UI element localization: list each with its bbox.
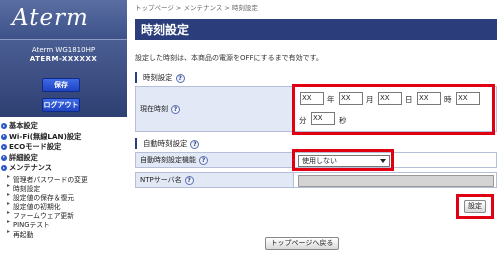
current-time-inputs: XX 年 XX 月 XX 日 XX 時 XX 分 XX 秒 bbox=[294, 87, 496, 131]
minute-unit: 分 bbox=[299, 116, 307, 125]
help-icon[interactable]: ? bbox=[190, 139, 200, 149]
menu-eco-mode[interactable]: ECOモード設定 bbox=[0, 142, 127, 153]
ntp-server-label: NTPサーバ名? bbox=[136, 173, 294, 187]
day-unit: 日 bbox=[405, 95, 413, 104]
second-unit: 秒 bbox=[339, 116, 347, 125]
second-input[interactable]: XX bbox=[311, 112, 335, 125]
aterm-logo: Aterm bbox=[12, 5, 89, 31]
section-title-text: 自動時刻設定 bbox=[143, 139, 188, 148]
section-title-time: 時刻設定? bbox=[135, 72, 185, 83]
chevron-down-icon bbox=[380, 159, 386, 163]
menu-maintenance[interactable]: メンテナンス bbox=[0, 163, 127, 174]
sidebar: Aterm Aterm WG1810HP ATERM-XXXXXX 保存 ログア… bbox=[0, 0, 127, 259]
device-panel: Aterm WG1810HP ATERM-XXXXXX 保存 ログアウト bbox=[0, 39, 127, 117]
section-title-auto-time: 自動時刻設定? bbox=[135, 138, 200, 149]
arrow-bullet-icon bbox=[1, 133, 7, 140]
submenu-backup-restore[interactable]: 設定値の保存＆復元 bbox=[0, 191, 127, 202]
breadcrumb: トップページ > メンテナンス > 時刻設定 bbox=[135, 4, 258, 12]
current-time-row: 現在時刻? XX 年 XX 月 XX 日 XX 時 XX 分 XX 秒 bbox=[135, 86, 497, 132]
arrow-bullet-icon bbox=[1, 144, 7, 150]
arrow-bullet-icon bbox=[1, 165, 7, 171]
help-icon[interactable]: ? bbox=[199, 155, 208, 165]
ntp-server-row: NTPサーバ名? bbox=[135, 172, 497, 188]
set-button[interactable]: 設定 bbox=[464, 200, 486, 213]
menu-advanced-settings[interactable]: 詳細設定 bbox=[0, 153, 127, 164]
minute-input[interactable]: XX bbox=[456, 92, 480, 105]
help-icon[interactable]: ? bbox=[171, 104, 180, 114]
page-description: 設定した時刻は、本商品の電源をOFFにするまで有効です。 bbox=[135, 54, 323, 62]
submenu-reboot[interactable]: 再起動 bbox=[0, 228, 127, 239]
label-text: NTPサーバ名 bbox=[140, 176, 182, 184]
select-value: 使用しない bbox=[302, 157, 337, 165]
month-input[interactable]: XX bbox=[339, 92, 363, 105]
device-model: Aterm WG1810HP bbox=[31, 46, 96, 54]
auto-time-value: 使用しない bbox=[294, 153, 496, 167]
page-title-bar: 時刻設定 bbox=[135, 19, 497, 40]
help-icon[interactable]: ? bbox=[184, 175, 194, 185]
day-input[interactable]: XX bbox=[378, 92, 402, 105]
year-input[interactable]: XX bbox=[300, 92, 324, 105]
auto-time-select[interactable]: 使用しない bbox=[298, 155, 390, 167]
menu-label: Wi-Fi(無線LAN)設定 bbox=[9, 131, 82, 141]
submenu-time-settings[interactable]: 時刻設定 bbox=[0, 182, 127, 193]
submenu-firmware-update[interactable]: ファームウェア更新 bbox=[0, 209, 127, 220]
section-title-text: 時刻設定 bbox=[143, 73, 173, 82]
auto-time-label: 自動時刻設定機能? bbox=[136, 153, 294, 167]
logout-button[interactable]: ログアウト bbox=[42, 98, 80, 112]
device-id: ATERM-XXXXXX bbox=[29, 55, 98, 63]
submenu-ping-test[interactable]: PINGテスト bbox=[0, 218, 127, 229]
ntp-server-value bbox=[294, 173, 496, 187]
month-unit: 月 bbox=[366, 95, 374, 104]
menu-label: メンテナンス bbox=[9, 163, 52, 172]
help-icon[interactable]: ? bbox=[175, 73, 185, 83]
menu-label: ECOモード設定 bbox=[9, 142, 62, 151]
side-menu: 基本設定 Wi-Fi(無線LAN)設定 ECOモード設定 詳細設定 メンテナンス… bbox=[0, 121, 127, 239]
arrow-bullet-icon bbox=[1, 123, 7, 129]
arrow-bullet-icon bbox=[1, 154, 7, 161]
menu-wifi-settings[interactable]: Wi-Fi(無線LAN)設定 bbox=[0, 132, 127, 143]
current-time-label: 現在時刻? bbox=[136, 87, 294, 131]
back-to-top-button[interactable]: トップページへ戻る bbox=[265, 237, 339, 250]
menu-basic-settings[interactable]: 基本設定 bbox=[0, 121, 127, 132]
year-unit: 年 bbox=[327, 95, 335, 104]
label-text: 自動時刻設定機能 bbox=[140, 156, 196, 164]
hour-unit: 時 bbox=[444, 95, 452, 104]
main-content: トップページ > メンテナンス > 時刻設定 時刻設定 設定した時刻は、本商品の… bbox=[130, 0, 500, 259]
ntp-server-input[interactable] bbox=[298, 175, 494, 187]
hour-input[interactable]: XX bbox=[417, 92, 441, 105]
page-title: 時刻設定 bbox=[141, 23, 190, 37]
menu-label: 基本設定 bbox=[9, 121, 38, 130]
menu-label: 詳細設定 bbox=[9, 152, 38, 162]
auto-time-row: 自動時刻設定機能? 使用しない bbox=[135, 152, 497, 168]
save-button[interactable]: 保存 bbox=[42, 78, 80, 92]
submenu-admin-password[interactable]: 管理者パスワードの変更 bbox=[0, 172, 127, 183]
submenu-factory-reset[interactable]: 設定値の初期化 bbox=[0, 200, 127, 211]
brand-logo-area: Aterm bbox=[0, 0, 127, 39]
label-text: 現在時刻 bbox=[140, 105, 168, 113]
